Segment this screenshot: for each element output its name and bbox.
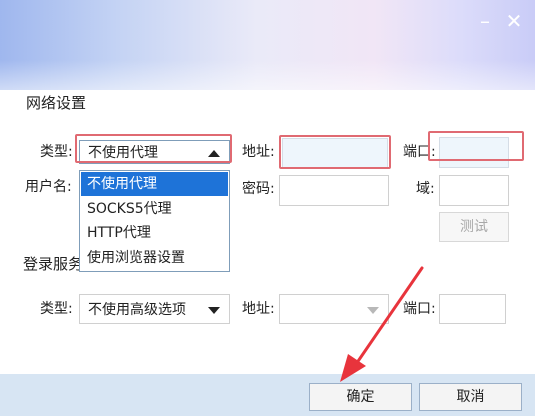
domain-label: 域:	[416, 181, 435, 197]
minimize-icon: –	[480, 9, 490, 33]
login-port-field[interactable]	[439, 294, 506, 324]
login-type-label: 类型:	[40, 301, 73, 317]
address-label: 地址:	[242, 144, 275, 160]
login-type-select[interactable]: 不使用高级选项	[79, 294, 230, 324]
username-label: 用户名:	[25, 179, 72, 195]
login-port-label: 端口:	[403, 301, 436, 317]
highlight-address-field	[279, 135, 391, 169]
test-button[interactable]: 测试	[439, 212, 509, 242]
dropdown-option[interactable]: HTTP代理	[81, 221, 228, 245]
type-label: 类型:	[40, 144, 73, 160]
highlight-port-field	[428, 131, 524, 161]
caret-down-icon	[367, 307, 379, 314]
dropdown-option[interactable]: 不使用代理	[81, 172, 228, 196]
highlight-type-select	[75, 134, 232, 163]
caret-down-icon	[208, 307, 220, 314]
dropdown-option[interactable]: 使用浏览器设置	[81, 246, 228, 270]
password-label: 密码:	[242, 181, 275, 197]
close-icon: ✕	[505, 9, 523, 33]
cancel-button[interactable]: 取消	[419, 383, 522, 411]
dropdown-option[interactable]: SOCKS5代理	[81, 197, 228, 221]
network-settings-title: 网络设置	[26, 94, 87, 112]
password-field[interactable]	[279, 175, 389, 206]
login-address-label: 地址:	[242, 301, 275, 317]
close-button[interactable]: ✕	[503, 10, 525, 32]
login-address-select[interactable]	[279, 294, 389, 324]
domain-field[interactable]	[439, 175, 509, 206]
minimize-button[interactable]: –	[474, 10, 496, 32]
ok-button[interactable]: 确定	[309, 383, 412, 411]
login-server-title: 登录服务	[23, 255, 84, 273]
login-type-value: 不使用高级选项	[88, 302, 186, 318]
proxy-type-dropdown: 不使用代理 SOCKS5代理 HTTP代理 使用浏览器设置	[79, 170, 230, 272]
